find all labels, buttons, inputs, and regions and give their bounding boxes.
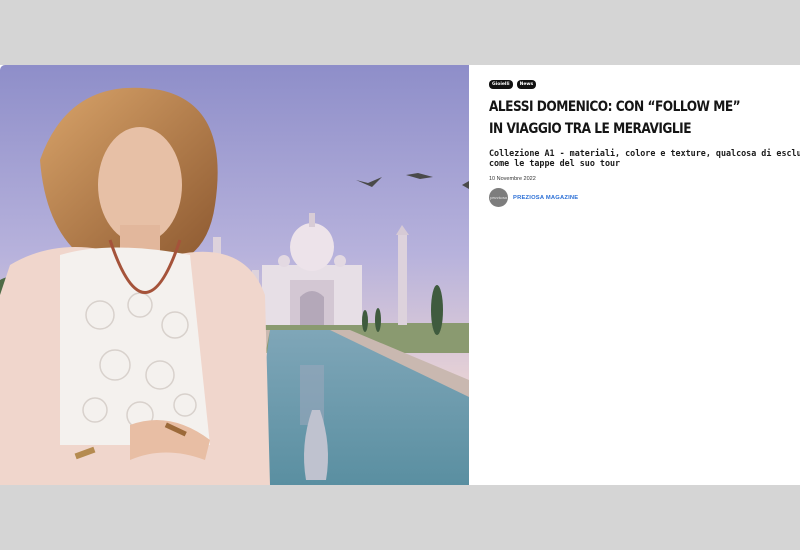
- article-subtitle: Collezione A1 - materiali, colore e text…: [489, 148, 800, 168]
- author-link[interactable]: preziosa PREZIOSA MAGAZINE: [489, 188, 800, 207]
- tag-gioielli[interactable]: Gioielli: [489, 80, 513, 89]
- article-title[interactable]: Alessi Domenico: con “Follow me” in viag…: [489, 96, 745, 140]
- photo-icon: [0, 65, 469, 485]
- article-subtitle-line-2: come le tappe del suo tour: [489, 158, 621, 168]
- article-subtitle-line-1: Collezione A1 - materiali, colore e text…: [489, 148, 800, 158]
- article-content: Gioielli News Alessi Domenico: con “Foll…: [489, 80, 800, 207]
- tag-list: Gioielli News: [489, 80, 800, 89]
- tag-news[interactable]: News: [516, 80, 537, 89]
- avatar: preziosa: [489, 188, 508, 207]
- article-card: Gioielli News Alessi Domenico: con “Foll…: [0, 65, 800, 485]
- avatar-text: preziosa: [489, 195, 508, 200]
- author-name[interactable]: PREZIOSA MAGAZINE: [513, 195, 578, 201]
- article-image[interactable]: [0, 65, 469, 485]
- article-date: 10 Novembre 2022: [489, 176, 536, 182]
